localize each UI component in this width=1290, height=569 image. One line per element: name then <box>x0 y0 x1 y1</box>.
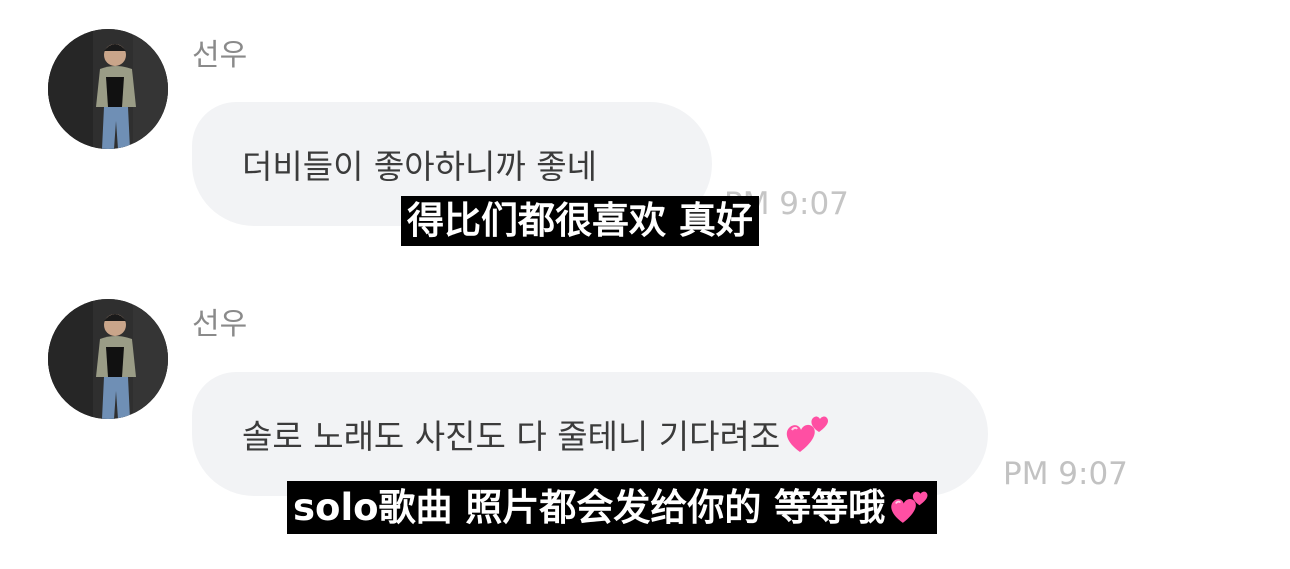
subtitle-text: solo歌曲 照片都会发给你的 等等哦 <box>293 485 886 529</box>
sender-name: 선우 <box>192 307 248 342</box>
profile-photo-icon <box>48 299 168 419</box>
message-text: 솔로 노래도 사진도 다 줄테니 기다려조 <box>242 417 781 456</box>
two-hearts-icon <box>782 412 832 456</box>
avatar[interactable] <box>48 299 168 419</box>
sender-name: 선우 <box>192 38 248 73</box>
message-text: 더비들이 좋아하니까 좋네 <box>242 147 597 186</box>
message-bubble[interactable]: 솔로 노래도 사진도 다 줄테니 기다려조 <box>192 372 988 496</box>
avatar[interactable] <box>48 29 168 149</box>
message-time: PM 9:07 <box>1003 456 1128 492</box>
profile-photo-icon <box>48 29 168 149</box>
translation-subtitle: 得比们都很喜欢 真好 <box>401 196 759 246</box>
two-hearts-icon <box>887 487 931 527</box>
subtitle-text: 得比们都很喜欢 真好 <box>407 199 753 242</box>
translation-subtitle: solo歌曲 照片都会发给你的 等等哦 <box>287 481 938 534</box>
